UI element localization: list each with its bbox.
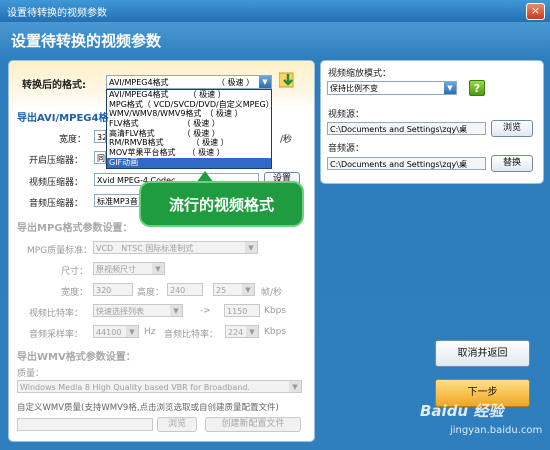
mpg-audio-bitrate-label: 音频比特率： [164, 330, 219, 340]
chevron-down-icon: ▼ [289, 381, 301, 392]
format-option[interactable]: WMV/WMV8/WMV9格式 （ 极速 ） [107, 109, 271, 119]
mpg-video-bitrate-input[interactable]: 1150 [224, 304, 260, 317]
mpg-kbps2-label: Kbps [264, 327, 287, 337]
video-compressor-label: 视频压缩器： [29, 178, 84, 188]
chevron-down-icon[interactable]: ▼ [444, 82, 456, 94]
audio-compressor-label: 音频压缩器： [29, 199, 84, 209]
mpg-width-input[interactable]: 320 [93, 283, 133, 296]
mpg-video-bitrate-value: 快速选择列表 [96, 307, 144, 316]
scale-mode-value: 保持比例不变 [330, 84, 378, 93]
chevron-down-icon: ▼ [152, 263, 164, 274]
format-dropdown-list[interactable]: AVI/MPEG4格式 （ 极速 ） MPG格式（ VCD/SVCD/DVD/自… [106, 89, 272, 169]
mpg-audio-bitrate-value: 224 [228, 328, 244, 337]
video-source-label: 视频源： [328, 110, 365, 120]
format-option[interactable]: 高清FLV格式 （ 极速 ） [107, 129, 271, 139]
dialog-window: 设置待转换的视频参数 × 设置待转换的视频参数 转换后的格式: AVI/MPEG… [0, 0, 550, 450]
mpg-fps-select[interactable]: 25 ▼ [213, 283, 255, 296]
video-source-browse-button[interactable]: 浏览 [491, 120, 533, 137]
baidu-watermark-logo: Baidu 经验 [420, 402, 504, 420]
mpg-size-value: 原视频尺寸 [96, 265, 136, 274]
format-select-speed: （ 极速 ） [217, 78, 255, 87]
format-option[interactable]: MOV苹果平台格式 （ 极速 ） [107, 148, 271, 158]
format-select-value: AVI/MPEG4格式 [109, 78, 169, 87]
chevron-down-icon: ▼ [242, 284, 254, 295]
mpg-quality-label: MPG质量标准： [27, 246, 93, 256]
avi-fps-suffix: /秒 [280, 135, 293, 145]
mpg-size-label: 尺寸： [61, 267, 89, 277]
annotation-callout: 流行的视频格式 [139, 181, 304, 227]
wmv-browse-button[interactable]: 浏览 [157, 417, 197, 432]
audio-source-label: 音频源： [328, 144, 365, 154]
mpg-size-select[interactable]: 原视频尺寸 ▼ [93, 262, 165, 275]
chevron-down-icon: ▼ [126, 326, 138, 337]
format-option[interactable]: FLV格式 （ 极速 ） [107, 119, 271, 129]
open-compressor-select[interactable]: 同 [94, 151, 106, 164]
chevron-down-icon[interactable]: ▼ [259, 76, 271, 88]
format-select[interactable]: AVI/MPEG4格式 （ 极速 ） ▼ [106, 75, 272, 89]
wmv-create-config-button[interactable]: 创建新配置文件 [205, 417, 301, 432]
wmv-section-title: 导出WMV格式参数设置： [17, 352, 136, 363]
mpg-section-title: 导出MPG格式参数设置： [17, 223, 133, 234]
audio-compressor-select[interactable]: 标准MP3音 [94, 194, 140, 207]
mpg-arrow: -> [200, 306, 211, 316]
wmv-quality-select[interactable]: Windows Media 8 High Quality based VBR f… [17, 380, 302, 393]
mpg-height-label: 高度： [137, 288, 165, 298]
open-compressor-label: 开启压缩器： [29, 156, 84, 166]
chevron-down-icon: ▼ [170, 305, 182, 316]
mpg-audio-sample-value: 44100 [96, 328, 122, 337]
avi-width-input[interactable]: 320 [94, 130, 106, 143]
audio-source-replace-button[interactable]: 替换 [491, 155, 533, 172]
mpg-video-bitrate-select[interactable]: 快速选择列表 ▼ [93, 304, 183, 317]
chevron-down-icon: ▼ [245, 242, 257, 253]
video-source-input[interactable]: C:\Documents and Settings\zqy\桌 [327, 122, 486, 135]
scale-mode-select[interactable]: 保持比例不变 ▼ [327, 81, 457, 95]
format-option[interactable]: MPG格式（ VCD/SVCD/DVD/自定义MPEG） [107, 100, 271, 110]
format-option[interactable]: RM/RMVB格式 （ 极速 ） [107, 138, 271, 148]
baidu-watermark-url: jingyan.baidu.com [450, 425, 543, 436]
title-bar[interactable]: 设置待转换的视频参数 × [0, 0, 550, 22]
wmv-custom-path-input[interactable] [17, 418, 153, 431]
window-title: 设置待转换的视频参数 [7, 8, 107, 19]
wmv-custom-note: 自定义WMV质量(支持WMV9格,点击浏览选取或自创建质量配置文件) [17, 403, 279, 413]
mpg-hz-label: Hz [144, 327, 156, 337]
download-folder-icon[interactable] [278, 70, 296, 90]
mpg-height-input[interactable]: 240 [167, 283, 203, 296]
mpg-fps-value: 25 [216, 286, 227, 295]
mpg-quality-value: VCD NTSC 国际标准制式 [96, 244, 194, 253]
mpg-width-label: 宽度： [61, 288, 89, 298]
mpg-audio-sample-label: 音频采样率： [29, 330, 84, 340]
format-label: 转换后的格式: [22, 80, 86, 91]
mpg-audio-sample-select[interactable]: 44100 ▼ [93, 325, 139, 338]
format-option-selected[interactable]: GIF动画 [107, 157, 271, 168]
audio-source-input[interactable]: C:\Documents and Settings\zqy\桌 [327, 157, 486, 170]
cancel-and-return-button[interactable]: 取消并返回 [435, 340, 530, 367]
mpg-quality-select[interactable]: VCD NTSC 国际标准制式 ▼ [93, 241, 258, 254]
avi-width-label: 宽度： [59, 135, 87, 145]
scale-mode-label: 视频缩放模式： [328, 69, 392, 79]
chevron-down-icon: ▼ [246, 326, 258, 337]
avi-section-title: 导出AVI/MPEG4格 [17, 113, 109, 124]
mpg-kbps-label: Kbps [264, 306, 287, 316]
page-title: 设置待转换的视频参数 [11, 32, 162, 50]
format-option[interactable]: AVI/MPEG4格式 （ 极速 ） [107, 90, 271, 100]
mpg-video-bitrate-label: 视频比特率： [29, 309, 84, 319]
wmv-quality-value: Windows Media 8 High Quality based VBR f… [20, 383, 250, 392]
mpg-audio-bitrate-select[interactable]: 224 ▼ [225, 325, 259, 338]
close-button[interactable]: × [526, 3, 545, 20]
wmv-quality-label: 质量： [17, 369, 45, 379]
help-icon[interactable]: ? [469, 80, 485, 96]
mpg-fps-unit: 帧/秒 [261, 288, 283, 298]
